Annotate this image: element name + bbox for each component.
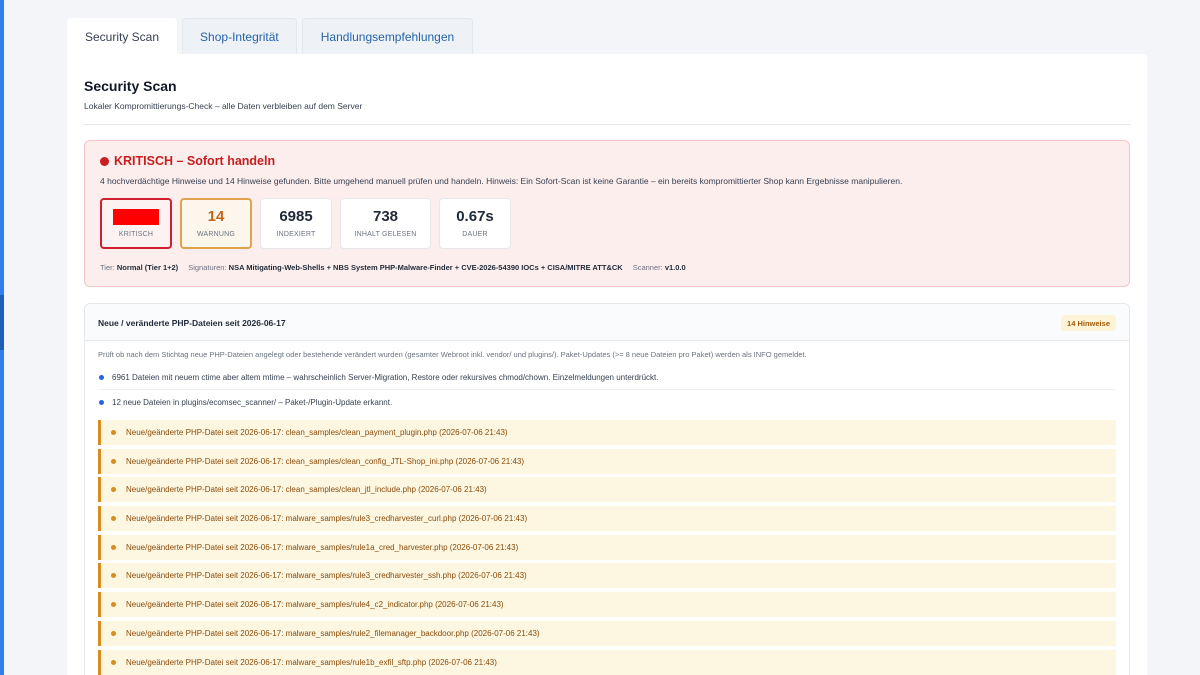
section-header[interactable]: Neue / veränderte PHP-Dateien seit 2026-… xyxy=(85,304,1129,341)
warning-dot-icon xyxy=(111,487,116,493)
warning-dot-icon xyxy=(111,516,116,522)
tab-security-scan[interactable]: Security Scan xyxy=(67,18,178,54)
info-item: 12 neue Dateien in plugins/ecomsec_scann… xyxy=(98,390,1116,415)
stat-warning-value: 14 xyxy=(207,208,225,225)
alert-title: KRITISCH – Sofort handeln xyxy=(100,154,275,168)
warning-dot-icon xyxy=(111,430,116,435)
tab-bar: Security Scan Shop-Integrität Handlungse… xyxy=(67,18,474,54)
warning-item: Neue/geänderte PHP-Datei seit 2026-06-17… xyxy=(98,534,1116,560)
meta-scanner: Scanner: v1.0.0 xyxy=(633,263,686,272)
warning-dot-icon xyxy=(111,630,116,636)
warning-dot-icon xyxy=(111,573,116,579)
main-panel: Security Scan Lokaler Kompromittierungs-… xyxy=(67,54,1147,675)
left-edge-marker xyxy=(0,295,4,350)
section-title: Neue / veränderte PHP-Dateien seit 2026-… xyxy=(98,318,286,328)
stat-duration-value: 0.67s xyxy=(456,208,494,225)
tab-shop-integritaet[interactable]: Shop-Integrität xyxy=(182,18,297,54)
meta-tier-value: Normal (Tier 1+2) xyxy=(116,263,179,272)
meta-tier-label: Tier: xyxy=(100,263,115,272)
stat-read-label: INHALT GELESEN xyxy=(354,231,417,238)
stat-critical-label: KRITISCH xyxy=(118,231,154,238)
stat-warning: 14 WARNUNG xyxy=(180,198,252,249)
red-dot-icon xyxy=(100,156,109,166)
info-dot-icon xyxy=(99,400,104,405)
stat-indexed-label: INDEXIERT xyxy=(276,231,316,238)
stat-duration-label: DAUER xyxy=(462,231,488,238)
section-count-badge: 14 Hinweise xyxy=(1061,315,1116,331)
stat-critical-value: 4 xyxy=(113,209,159,225)
stat-read: 738 INHALT GELESEN xyxy=(340,198,431,249)
warning-list: Neue/geänderte PHP-Datei seit 2026-06-17… xyxy=(98,420,1116,675)
warning-item-text: Neue/geänderte PHP-Datei seit 2026-06-17… xyxy=(126,571,527,581)
header-divider xyxy=(84,124,1130,125)
scan-meta: Tier: Normal (Tier 1+2) Signaturen: NSA … xyxy=(100,263,686,272)
warning-item: Neue/geänderte PHP-Datei seit 2026-06-17… xyxy=(98,620,1116,646)
page-subtitle: Lokaler Kompromittierungs-Check – alle D… xyxy=(84,101,363,111)
warning-item: Neue/geänderte PHP-Datei seit 2026-06-17… xyxy=(98,477,1116,503)
page-title: Security Scan xyxy=(84,78,177,94)
warning-item: Neue/geänderte PHP-Datei seit 2026-06-17… xyxy=(98,448,1116,474)
stat-read-value: 738 xyxy=(372,208,399,225)
warning-item-text: Neue/geänderte PHP-Datei seit 2026-06-17… xyxy=(126,600,504,610)
section-description: Prüft ob nach dem Stichtag neue PHP-Date… xyxy=(98,350,807,359)
meta-scanner-label: Scanner: xyxy=(632,263,663,272)
warning-item-text: Neue/geänderte PHP-Datei seit 2026-06-17… xyxy=(126,485,487,495)
warning-dot-icon xyxy=(111,458,116,464)
info-item-text: 12 neue Dateien in plugins/ecomsec_scann… xyxy=(112,398,393,407)
stat-indexed-value: 6985 xyxy=(279,208,313,225)
alert-text: 4 hochverdächtige Hinweise und 14 Hinwei… xyxy=(100,176,903,186)
tab-handlungsempfehlungen[interactable]: Handlungsempfehlungen xyxy=(301,18,474,54)
warning-item: Neue/geänderte PHP-Datei seit 2026-06-17… xyxy=(98,563,1116,589)
warning-dot-icon xyxy=(111,544,116,550)
warning-item-text: Neue/geänderte PHP-Datei seit 2026-06-17… xyxy=(126,542,519,552)
stat-warning-label: WARNUNG xyxy=(196,231,236,238)
meta-signatures-value: NSA Mitigating-Web-Shells + NBS System P… xyxy=(228,263,623,272)
warning-item: Neue/geänderte PHP-Datei seit 2026-06-17… xyxy=(98,506,1116,532)
alert-title-text: KRITISCH – Sofort handeln xyxy=(114,154,276,168)
warning-item-text: Neue/geänderte PHP-Datei seit 2026-06-17… xyxy=(126,428,508,437)
warning-dot-icon xyxy=(111,602,116,608)
info-item-text: 6961 Dateien mit neuem ctime aber altem … xyxy=(112,372,659,382)
stat-cards: 4 KRITISCH 14 WARNUNG 6985 INDEXIERT 738… xyxy=(100,198,511,249)
meta-tier: Tier: Normal (Tier 1+2) xyxy=(100,263,178,272)
warning-item: Neue/geänderte PHP-Datei seit 2026-06-17… xyxy=(98,649,1116,675)
php-files-section: Neue / veränderte PHP-Dateien seit 2026-… xyxy=(84,303,1130,675)
info-dot-icon xyxy=(99,374,104,380)
warning-dot-icon xyxy=(111,659,116,665)
info-item: 6961 Dateien mit neuem ctime aber altem … xyxy=(98,365,1116,390)
warning-item-text: Neue/geänderte PHP-Datei seit 2026-06-17… xyxy=(126,514,528,524)
warning-item-text: Neue/geänderte PHP-Datei seit 2026-06-17… xyxy=(126,657,497,667)
stat-indexed: 6985 INDEXIERT xyxy=(260,198,332,249)
meta-signatures: Signaturen: NSA Mitigating-Web-Shells + … xyxy=(188,263,623,272)
critical-alert: KRITISCH – Sofort handeln 4 hochverdächt… xyxy=(84,140,1130,287)
warning-item: Neue/geänderte PHP-Datei seit 2026-06-17… xyxy=(98,592,1116,618)
warning-item-text: Neue/geänderte PHP-Datei seit 2026-06-17… xyxy=(126,456,525,466)
meta-signatures-label: Signaturen: xyxy=(188,263,227,272)
warning-item: Neue/geänderte PHP-Datei seit 2026-06-17… xyxy=(98,420,1116,445)
stat-duration: 0.67s DAUER xyxy=(439,198,511,249)
warning-item-text: Neue/geänderte PHP-Datei seit 2026-06-17… xyxy=(126,628,540,638)
stat-critical: 4 KRITISCH xyxy=(100,198,172,249)
meta-scanner-value: v1.0.0 xyxy=(664,263,686,272)
